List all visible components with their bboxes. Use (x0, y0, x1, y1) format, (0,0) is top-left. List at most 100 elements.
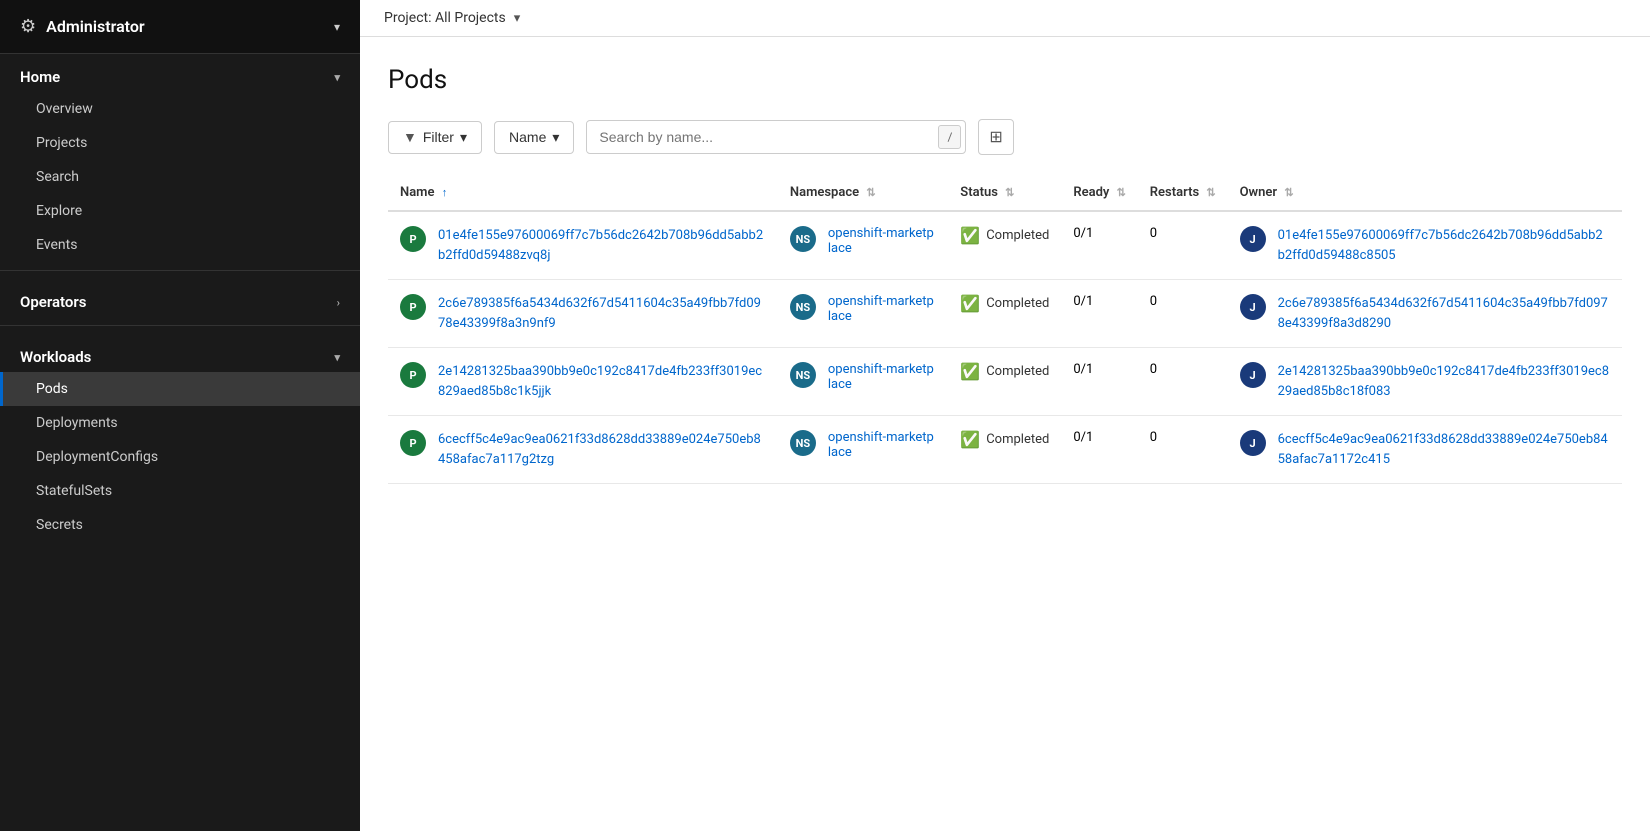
status-sort-icon: ⇅ (1005, 186, 1014, 199)
pod-owner-cell: J 2c6e789385f6a5434d632f67d5411604c35a49… (1228, 280, 1622, 348)
pod-name-cell: P 6cecff5c4e9ac9ea0621f33d8628dd33889e02… (388, 416, 778, 484)
project-label: Project: All Projects (384, 10, 506, 26)
project-selector[interactable]: Project: All Projects ▾ (384, 10, 520, 26)
filter-arrow-icon: ▾ (460, 129, 467, 146)
pod-restarts-cell: 0 (1138, 416, 1228, 484)
ready-value: 0/1 (1073, 430, 1093, 445)
pod-namespace-cell: NS openshift-marketplace (778, 211, 948, 280)
namespace-link[interactable]: openshift-marketplace (828, 226, 936, 256)
pod-namespace-cell: NS openshift-marketplace (778, 280, 948, 348)
restarts-value: 0 (1150, 294, 1157, 309)
ns-badge: NS (790, 294, 816, 320)
name-select-button[interactable]: Name ▾ (494, 121, 574, 154)
pod-namespace-cell: NS openshift-marketplace (778, 416, 948, 484)
owner-link[interactable]: 6cecff5c4e9ac9ea0621f33d8628dd33889e024e… (1278, 430, 1610, 469)
operators-arrow: › (337, 296, 340, 309)
sidebar-item-events[interactable]: Events (0, 228, 360, 262)
pod-name-cell: P 2e14281325baa390bb9e0c192c8417de4fb233… (388, 348, 778, 416)
owner-link[interactable]: 01e4fe155e97600069ff7c7b56dc2642b708b96d… (1278, 226, 1610, 265)
ns-badge: NS (790, 362, 816, 388)
home-section-title[interactable]: Home ▾ (20, 68, 340, 86)
admin-title: Administrator (46, 17, 145, 36)
pod-ready-cell: 0/1 (1061, 211, 1137, 280)
pod-restarts-cell: 0 (1138, 348, 1228, 416)
divider-1 (0, 270, 360, 271)
pod-ready-cell: 0/1 (1061, 280, 1137, 348)
operators-section-title[interactable]: Operators › (20, 293, 340, 311)
namespace-sort-icon: ⇅ (866, 186, 875, 199)
pod-name-cell: P 2c6e789385f6a5434d632f67d5411604c35a49… (388, 280, 778, 348)
pod-status-cell: ✅ Completed (948, 416, 1061, 484)
pod-ready-cell: 0/1 (1061, 348, 1137, 416)
admin-arrow: ▾ (334, 20, 340, 34)
gear-icon: ⚙ (20, 16, 36, 37)
sidebar-admin-header[interactable]: ⚙ Administrator ▾ (0, 0, 360, 54)
sidebar-item-projects[interactable]: Projects (0, 126, 360, 160)
filter-bar: ▼ Filter ▾ Name ▾ / ⊞ (388, 119, 1622, 155)
content-area: Pods ▼ Filter ▾ Name ▾ / ⊞ (360, 37, 1650, 831)
pod-restarts-cell: 0 (1138, 211, 1228, 280)
sidebar-item-statefulsets[interactable]: StatefulSets (0, 474, 360, 508)
owner-badge: J (1240, 226, 1266, 252)
divider-2 (0, 325, 360, 326)
pod-name-link[interactable]: 01e4fe155e97600069ff7c7b56dc2642b708b96d… (438, 226, 766, 265)
col-header-ready[interactable]: Ready ⇅ (1061, 175, 1137, 211)
status-check-icon: ✅ (960, 294, 980, 313)
col-header-restarts[interactable]: Restarts ⇅ (1138, 175, 1228, 211)
sidebar-item-deploymentconfigs[interactable]: DeploymentConfigs (0, 440, 360, 474)
sidebar-item-deployments[interactable]: Deployments (0, 406, 360, 440)
ns-badge: NS (790, 430, 816, 456)
pod-name-link[interactable]: 2c6e789385f6a5434d632f67d5411604c35a49fb… (438, 294, 766, 333)
project-chevron-icon: ▾ (514, 11, 521, 26)
pods-table: Name ↑ Namespace ⇅ Status ⇅ Ready ⇅ (388, 175, 1622, 484)
sidebar-item-secrets[interactable]: Secrets (0, 508, 360, 542)
workloads-section: Workloads ▾ (0, 334, 360, 372)
namespace-link[interactable]: openshift-marketplace (828, 362, 936, 392)
ready-value: 0/1 (1073, 362, 1093, 377)
name-select-chevron-icon: ▾ (552, 129, 559, 146)
pod-owner-cell: J 2e14281325baa390bb9e0c192c8417de4fb233… (1228, 348, 1622, 416)
page-title: Pods (388, 65, 1622, 95)
table-row: P 2c6e789385f6a5434d632f67d5411604c35a49… (388, 280, 1622, 348)
col-header-name[interactable]: Name ↑ (388, 175, 778, 211)
pod-badge: P (400, 294, 426, 320)
col-header-owner[interactable]: Owner ⇅ (1228, 175, 1622, 211)
table-header-row: Name ↑ Namespace ⇅ Status ⇅ Ready ⇅ (388, 175, 1622, 211)
col-header-namespace[interactable]: Namespace ⇅ (778, 175, 948, 211)
status-label: Completed (986, 296, 1049, 311)
pod-status-cell: ✅ Completed (948, 211, 1061, 280)
ns-badge: NS (790, 226, 816, 252)
columns-button[interactable]: ⊞ (978, 119, 1013, 155)
search-input[interactable] (587, 122, 934, 152)
owner-link[interactable]: 2e14281325baa390bb9e0c192c8417de4fb233ff… (1278, 362, 1610, 401)
status-label: Completed (986, 228, 1049, 243)
owner-badge: J (1240, 294, 1266, 320)
restarts-value: 0 (1150, 226, 1157, 241)
status-check-icon: ✅ (960, 362, 980, 381)
pod-name-link[interactable]: 6cecff5c4e9ac9ea0621f33d8628dd33889e024e… (438, 430, 766, 469)
filter-icon: ▼ (403, 129, 417, 145)
sidebar-item-search[interactable]: Search (0, 160, 360, 194)
ready-sort-icon: ⇅ (1117, 186, 1126, 199)
namespace-link[interactable]: openshift-marketplace (828, 294, 936, 324)
owner-link[interactable]: 2c6e789385f6a5434d632f67d5411604c35a49fb… (1278, 294, 1610, 333)
owner-sort-icon: ⇅ (1284, 186, 1293, 199)
table-row: P 6cecff5c4e9ac9ea0621f33d8628dd33889e02… (388, 416, 1622, 484)
pod-owner-cell: J 01e4fe155e97600069ff7c7b56dc2642b708b9… (1228, 211, 1622, 280)
namespace-link[interactable]: openshift-marketplace (828, 430, 936, 460)
search-input-wrapper: / (586, 120, 966, 154)
pod-owner-cell: J 6cecff5c4e9ac9ea0621f33d8628dd33889e02… (1228, 416, 1622, 484)
search-kbd: / (938, 125, 961, 149)
sidebar-item-pods[interactable]: Pods (0, 372, 360, 406)
sidebar-item-overview[interactable]: Overview (0, 92, 360, 126)
sidebar-item-explore[interactable]: Explore (0, 194, 360, 228)
col-header-status[interactable]: Status ⇅ (948, 175, 1061, 211)
status-check-icon: ✅ (960, 226, 980, 245)
ready-value: 0/1 (1073, 226, 1093, 241)
status-label: Completed (986, 364, 1049, 379)
pod-name-link[interactable]: 2e14281325baa390bb9e0c192c8417de4fb233ff… (438, 362, 766, 401)
filter-button[interactable]: ▼ Filter ▾ (388, 121, 482, 154)
workloads-section-title[interactable]: Workloads ▾ (20, 348, 340, 366)
ready-value: 0/1 (1073, 294, 1093, 309)
status-check-icon: ✅ (960, 430, 980, 449)
